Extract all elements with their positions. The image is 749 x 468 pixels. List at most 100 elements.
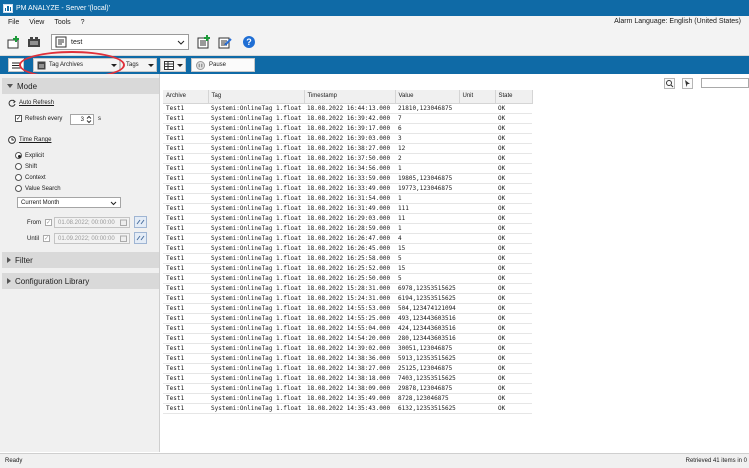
table-row[interactable]: Test1 Systemi:OnlineTag 1.float 18.08.2022… [163,253,532,264]
project-combo[interactable]: test [51,34,189,50]
table-row[interactable]: Test1 Systemi:OnlineTag 1.float 18.08.2022… [163,323,532,334]
table-cell: Systemi:OnlineTag 1.float [208,403,304,414]
auto-refresh-row[interactable]: Auto Refresh [8,99,54,107]
column-header[interactable]: State [495,90,533,104]
table-cell: 11 [395,213,459,224]
table-row[interactable]: Test1 Systemi:OnlineTag 1.float 18.08.2022… [163,113,532,124]
mode-section-header[interactable]: Mode [2,78,159,94]
menu-file[interactable]: File [8,19,19,26]
table-row[interactable]: Test1 Systemi:OnlineTag 1.float 18.08.2022… [163,263,532,274]
table-row[interactable]: Test1 Systemi:OnlineTag 1.float 18.08.2022… [163,403,532,414]
menu-help[interactable]: ? [81,19,85,26]
table-row[interactable]: Test1 Systemi:OnlineTag 1.float 18.08.2022… [163,153,532,164]
grid-search-input[interactable] [701,78,749,88]
menu-view[interactable]: View [29,19,44,26]
column-header[interactable]: Unit [459,90,496,104]
table-cell: Test1 [163,193,208,204]
results-grid[interactable]: Archive Tag Timestamp Value Unit State Test1 S… [163,90,749,452]
alarm-language[interactable]: Alarm Language: English (United States) [614,18,741,25]
table-row[interactable]: Test1 Systemi:OnlineTag 1.float 18.08.2022… [163,133,532,144]
option-explicit[interactable]: Explicit [15,152,44,159]
table-row[interactable]: Test1 Systemi:OnlineTag 1.float 18.08.2022… [163,103,532,114]
table-cell: Test1 [163,133,208,144]
table-row[interactable]: Test1 Systemi:OnlineTag 1.float 18.08.2022… [163,363,532,374]
layout-dropdown[interactable] [160,58,186,72]
column-header[interactable]: Archive [163,90,209,104]
table-row[interactable]: Test1 Systemi:OnlineTag 1.float 18.08.2022… [163,343,532,354]
table-cell: Systemi:OnlineTag 1.float [208,273,304,284]
auto-refresh-link[interactable]: Auto Refresh [19,100,54,106]
menu-toggle-button[interactable] [8,58,24,72]
table-cell: 29878,123046875 [395,383,459,394]
table-cell: 1 [395,223,459,234]
zoom-button[interactable] [664,78,675,89]
from-picker-button[interactable] [134,216,147,228]
table-cell: Test1 [163,143,208,154]
pointer-button[interactable] [682,78,693,89]
table-cell: Systemi:OnlineTag 1.float [208,163,304,174]
column-header[interactable]: Value [395,90,460,104]
table-cell: Test1 [163,403,208,414]
config-section-header[interactable]: Configuration Library [2,273,159,289]
refresh-icon [8,99,16,107]
table-row[interactable]: Test1 Systemi:OnlineTag 1.float 18.08.2022… [163,353,532,364]
table-row[interactable]: Test1 Systemi:OnlineTag 1.float 18.08.2022… [163,183,532,194]
table-row[interactable]: Test1 Systemi:OnlineTag 1.float 18.08.2022… [163,193,532,204]
table-row[interactable]: Test1 Systemi:OnlineTag 1.float 18.08.2022… [163,203,532,214]
table-row[interactable]: Test1 Systemi:OnlineTag 1.float 18.08.2022… [163,173,532,184]
table-cell: 111 [395,203,459,214]
table-cell: Test1 [163,343,208,354]
table-row[interactable]: Test1 Systemi:OnlineTag 1.float 18.08.2022… [163,383,532,394]
column-header[interactable]: Tag [208,90,305,104]
table-row[interactable]: Test1 Systemi:OnlineTag 1.float 18.08.2022… [163,313,532,324]
table-row[interactable]: Test1 Systemi:OnlineTag 1.float 18.08.2022… [163,213,532,224]
column-header[interactable]: Timestamp [304,90,396,104]
tags-dropdown[interactable]: Tags [120,58,157,72]
table-cell [459,243,495,254]
table-row[interactable]: Test1 Systemi:OnlineTag 1.float 18.08.2022… [163,393,532,404]
table-cell: OK [495,163,532,174]
option-context[interactable]: Context [15,174,46,181]
table-row[interactable]: Test1 Systemi:OnlineTag 1.float 18.08.2022… [163,233,532,244]
table-row[interactable]: Test1 Systemi:OnlineTag 1.float 18.08.2022… [163,223,532,234]
radio-context[interactable] [15,174,22,181]
option-value-search[interactable]: Value Search [15,185,61,192]
add-view-button[interactable] [196,34,212,50]
table-row[interactable]: Test1 Systemi:OnlineTag 1.float 18.08.2022… [163,303,532,314]
refresh-interval-stepper[interactable]: 3 [70,114,94,125]
new-project-button[interactable] [6,34,22,50]
menu-tools[interactable]: Tools [54,19,70,26]
from-datetime-field[interactable]: 01.08.2022; 00:00:00 [54,217,130,228]
time-range-row[interactable]: Time Range [8,136,51,144]
filter-section-header[interactable]: Filter [2,252,159,268]
pause-button[interactable]: Pause [191,58,255,72]
table-row[interactable]: Test1 Systemi:OnlineTag 1.float 18.08.2022… [163,293,532,304]
radio-value-search[interactable] [15,185,22,192]
table-row[interactable]: Test1 Systemi:OnlineTag 1.float 18.08.2022… [163,243,532,254]
refresh-every-checkbox[interactable]: ✓ [15,115,22,122]
range-preset-select[interactable]: Current Month [17,197,121,208]
until-picker-button[interactable] [134,232,147,244]
from-checkbox[interactable]: ✓ [45,219,52,226]
until-checkbox[interactable]: ✓ [43,235,51,242]
radio-explicit[interactable] [15,152,22,159]
time-range-link[interactable]: Time Range [19,137,51,143]
help-button[interactable]: ? [241,34,257,50]
table-row[interactable]: Test1 Systemi:OnlineTag 1.float 18.08.2022… [163,333,532,344]
radio-shift[interactable] [15,163,22,170]
table-row[interactable]: Test1 Systemi:OnlineTag 1.float 18.08.2022… [163,273,532,284]
server-button[interactable] [26,34,42,50]
expand-down-icon [7,84,13,88]
source-dropdown[interactable]: Tag Archives [33,58,120,72]
table-cell: 18.08.2022 16:44:13.000 [304,103,395,114]
table-row[interactable]: Test1 Systemi:OnlineTag 1.float 18.08.2022… [163,123,532,134]
until-datetime-field[interactable]: 01.09.2022; 00:00:00 [54,233,130,244]
table-row[interactable]: Test1 Systemi:OnlineTag 1.float 18.08.2022… [163,163,532,174]
option-shift[interactable]: Shift [15,163,37,170]
table-row[interactable]: Test1 Systemi:OnlineTag 1.float 18.08.2022… [163,373,532,384]
edit-view-button[interactable] [217,34,233,50]
table-cell: 6132,12353515625 [395,403,459,414]
table-row[interactable]: Test1 Systemi:OnlineTag 1.float 18.08.2022… [163,143,532,154]
table-row[interactable]: Test1 Systemi:OnlineTag 1.float 18.08.2022… [163,283,532,294]
table-cell: Test1 [163,243,208,254]
